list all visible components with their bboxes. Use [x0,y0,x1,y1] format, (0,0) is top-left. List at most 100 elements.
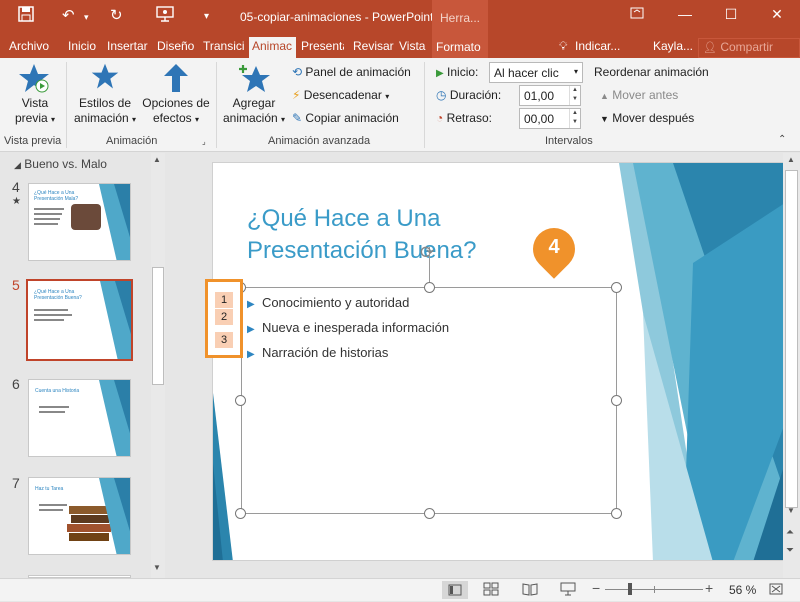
resize-handle[interactable] [611,395,622,406]
animation-pane-button[interactable]: ⟲ Panel de animación [292,65,411,79]
status-bar: − + 56 % [0,578,800,601]
animation-pane-label: Panel de animación [305,65,411,79]
normal-view-icon[interactable] [442,581,468,599]
spinner-arrows-icon[interactable]: ▲ ▼ [569,109,580,128]
dialog-launcher-icon[interactable]: ⌟ [202,137,206,146]
resize-handle[interactable] [424,508,435,519]
undo-dropdown-icon[interactable]: ▾ [84,12,89,23]
delay-spinner[interactable]: 00,00 ▲ ▼ [519,108,581,129]
section-collapse-icon[interactable]: ◢ [14,160,21,170]
save-icon[interactable] [18,6,34,26]
collapse-ribbon-icon[interactable]: ⌃ [778,134,786,145]
tab-transiciones[interactable]: Transici [200,38,248,58]
next-slide-icon[interactable]: ⏷ [786,545,794,556]
close-icon[interactable]: ✕ [762,6,792,26]
share-label: Compartir [720,40,773,54]
ribbon-display-options-icon[interactable] [622,6,652,26]
rotate-handle-icon[interactable]: ⟳ [420,243,434,263]
resize-handle[interactable] [611,508,622,519]
animation-star-icon: ★ [12,196,21,207]
undo-icon[interactable]: ↶ [62,6,75,24]
tab-archivo[interactable]: Archivo [6,38,52,58]
scroll-thumb[interactable] [785,170,798,508]
start-slideshow-icon[interactable] [156,6,174,26]
tell-me-box[interactable]: Indicar... [572,38,623,58]
triangle-down-icon: ▼ [600,114,609,124]
thumb-line [39,504,67,506]
group-divider [66,62,67,148]
thumb-decoration [99,380,130,456]
tab-animaciones[interactable]: Animac [249,37,296,58]
user-name[interactable]: Kayla... [650,38,696,58]
move-later-button[interactable]: ▼ Mover después [600,111,694,125]
animation-styles-button[interactable]: Estilos de animación ▾ [72,62,138,127]
contextual-tab-herramientas: Herra... [432,0,488,34]
scroll-up-icon[interactable]: ▲ [787,155,795,164]
options-label-1: Opciones de [142,96,210,110]
canvas-scrollbar[interactable]: ▲ ▼ ⏶ ⏷ [783,153,800,578]
effect-options-button[interactable]: Opciones de efectos ▾ [140,62,212,127]
tab-presentacion[interactable]: Presenta [298,38,344,58]
slide-thumbnail-4[interactable]: ¿Qué Hace a Una Presentación Mala? [28,183,131,261]
tab-inicio[interactable]: Inicio [65,38,99,58]
duration-value: 01,00 [524,89,555,103]
slide-thumbnail-6[interactable]: Cuenta una Historia [28,379,131,457]
star-play-icon [10,62,60,96]
reading-view-icon[interactable] [522,582,538,599]
add-animation-button[interactable]: Agregar animación ▾ [220,62,288,127]
star-icon [72,62,138,96]
scroll-down-icon[interactable]: ▼ [153,563,161,572]
resize-handle[interactable] [235,395,246,406]
slide-canvas[interactable]: ¿Qué Hace a Una Presentación Buena? ▶ Co… [212,162,784,561]
preview-button[interactable]: Vista previa ▾ [10,62,60,127]
scroll-down-icon[interactable]: ▼ [787,506,795,515]
share-button[interactable]: 👤︎ Compartir [698,38,800,58]
start-combo[interactable]: Al hacer clic ▾ [489,62,583,83]
add-star-icon [220,62,288,96]
slide-title[interactable]: ¿Qué Hace a Una Presentación Buena? [247,203,477,267]
zoom-in-icon[interactable]: + [705,580,713,596]
move-earlier-button[interactable]: ▲ Mover antes [600,88,678,102]
reorder-animation-label: Reordenar animación [594,65,709,79]
tab-revisar[interactable]: Revisar [350,38,397,58]
slide-sorter-icon[interactable] [483,582,499,599]
animation-painter-button[interactable]: ✎ Copiar animación [292,111,399,125]
slide-thumbnail-5[interactable]: ¿Qué Hace a Una Presentación Buena? [26,279,133,361]
fit-slide-icon[interactable] [768,582,784,599]
animation-tag[interactable]: 3 [215,332,233,348]
tab-insertar[interactable]: Insertar [104,38,151,58]
resize-handle[interactable] [424,282,435,293]
zoom-slider-thumb[interactable] [628,583,632,595]
resize-handle[interactable] [235,508,246,519]
maximize-icon[interactable]: ☐ [716,6,746,26]
duration-spinner[interactable]: 01,00 ▲ ▼ [519,85,581,106]
animation-painter-label: Copiar animación [305,111,399,125]
tab-formato[interactable]: Formato [432,34,488,58]
scroll-up-icon[interactable]: ▲ [153,155,161,164]
slide-thumbnail-7[interactable]: Haz tu Tarea [28,477,131,555]
tab-vista[interactable]: Vista [396,38,428,58]
minimize-icon[interactable]: — [670,6,700,26]
thumb-title: Cuenta una Historia [35,388,80,394]
zoom-out-icon[interactable]: − [592,580,600,596]
previous-slide-icon[interactable]: ⏶ [786,527,794,538]
trigger-button[interactable]: ⚡︎ Desencadenar ▾ [292,88,389,102]
customize-qat-icon[interactable]: ▾ [204,11,209,22]
zoom-level[interactable]: 56 % [729,583,756,597]
section-header[interactable]: ◢ Bueno vs. Malo [14,157,107,171]
duration-label-text: Duración: [449,88,502,102]
slideshow-view-icon[interactable] [560,582,576,599]
spinner-arrows-icon[interactable]: ▲ ▼ [569,86,580,105]
tab-diseno[interactable]: Diseño [154,38,197,58]
animation-tag[interactable]: 2 [215,309,233,325]
resize-handle[interactable] [611,282,622,293]
slide-number: 7 [12,475,20,491]
slide-number: 6 [12,376,20,392]
redo-icon[interactable]: ↻ [110,6,123,24]
scroll-thumb[interactable] [152,267,164,385]
chevron-down-icon: ▾ [51,115,56,124]
thumbnails-scrollbar[interactable]: ▲ ▼ [151,153,165,578]
thumb-line [34,208,64,210]
animation-tag[interactable]: 1 [215,292,233,308]
styles-label-2: animación ▾ [73,111,137,125]
